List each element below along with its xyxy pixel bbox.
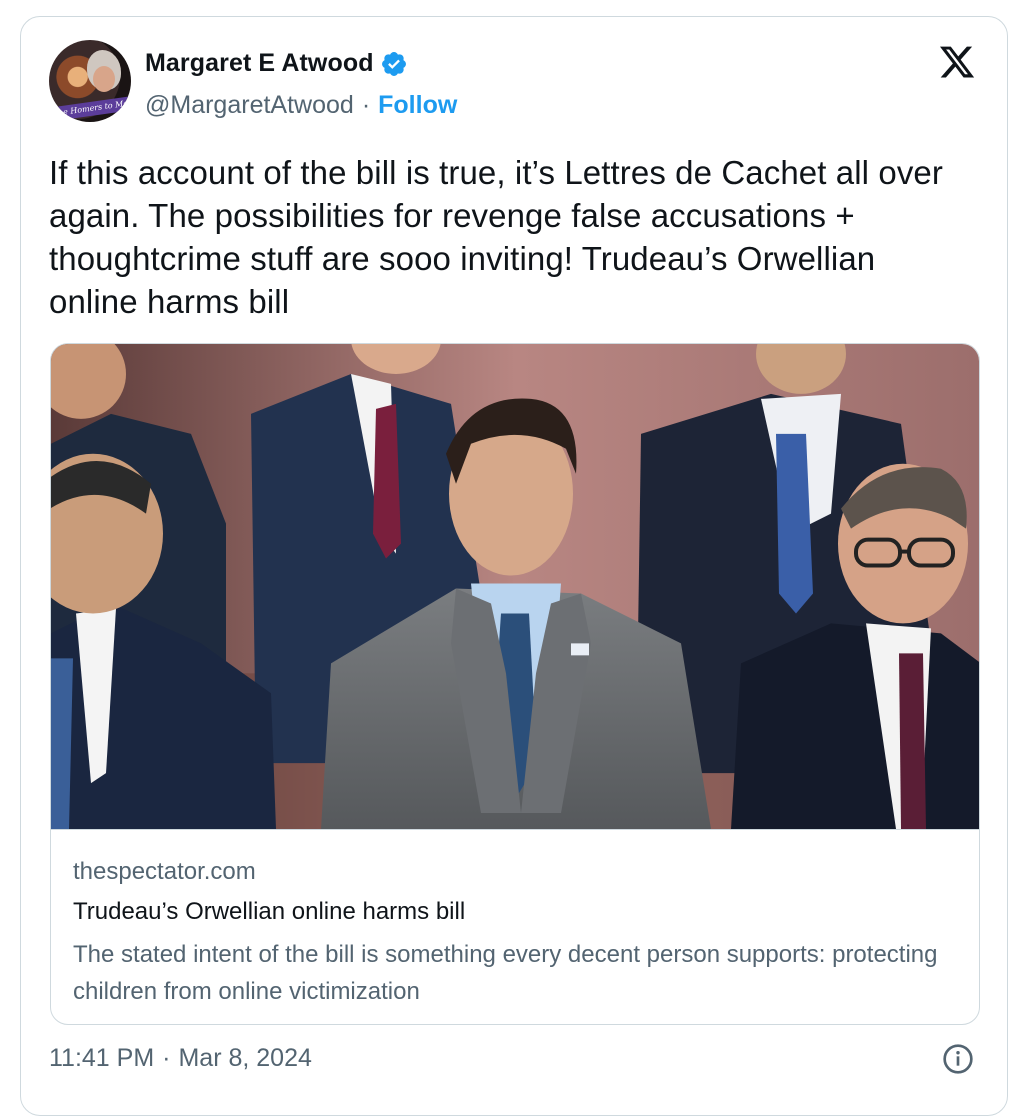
link-card-domain: thespectator.com bbox=[73, 858, 256, 885]
link-card-description: The stated intent of the bill is somethi… bbox=[73, 941, 938, 1005]
link-card-title[interactable]: Trudeau’s Orwellian online harms bill bbox=[73, 898, 465, 926]
timestamp-separator: · bbox=[162, 1044, 171, 1072]
x-logo-icon[interactable] bbox=[937, 43, 977, 81]
avatar-banner-text: e Homers to Me bbox=[49, 96, 131, 122]
tweet-time[interactable]: 11:41 PM bbox=[49, 1044, 154, 1073]
author-handle-row: @MargaretAtwood · Follow bbox=[145, 91, 457, 120]
author-name-row: Margaret E Atwood bbox=[145, 49, 408, 78]
article-photo bbox=[51, 344, 979, 830]
link-preview-card[interactable]: thespectator.com Trudeau’s Orwellian onl… bbox=[50, 343, 980, 1025]
author-avatar[interactable]: e Homers to Me bbox=[49, 40, 131, 122]
tweet-text: If this account of the bill is true, it’… bbox=[49, 154, 943, 320]
avatar-face bbox=[93, 66, 115, 92]
handle-separator: · bbox=[361, 91, 371, 119]
info-icon[interactable] bbox=[942, 1043, 974, 1075]
tweet-embed-card: e Homers to Me Margaret E Atwood @Margar… bbox=[20, 16, 1008, 1116]
tweet-date[interactable]: Mar 8, 2024 bbox=[178, 1044, 311, 1073]
verified-badge-icon bbox=[381, 51, 406, 76]
tweet-timestamp[interactable]: 11:41 PM · Mar 8, 2024 bbox=[49, 1044, 312, 1073]
author-display-name[interactable]: Margaret E Atwood bbox=[145, 49, 374, 78]
author-handle[interactable]: @MargaretAtwood bbox=[145, 91, 354, 120]
follow-button[interactable]: Follow bbox=[378, 91, 457, 120]
